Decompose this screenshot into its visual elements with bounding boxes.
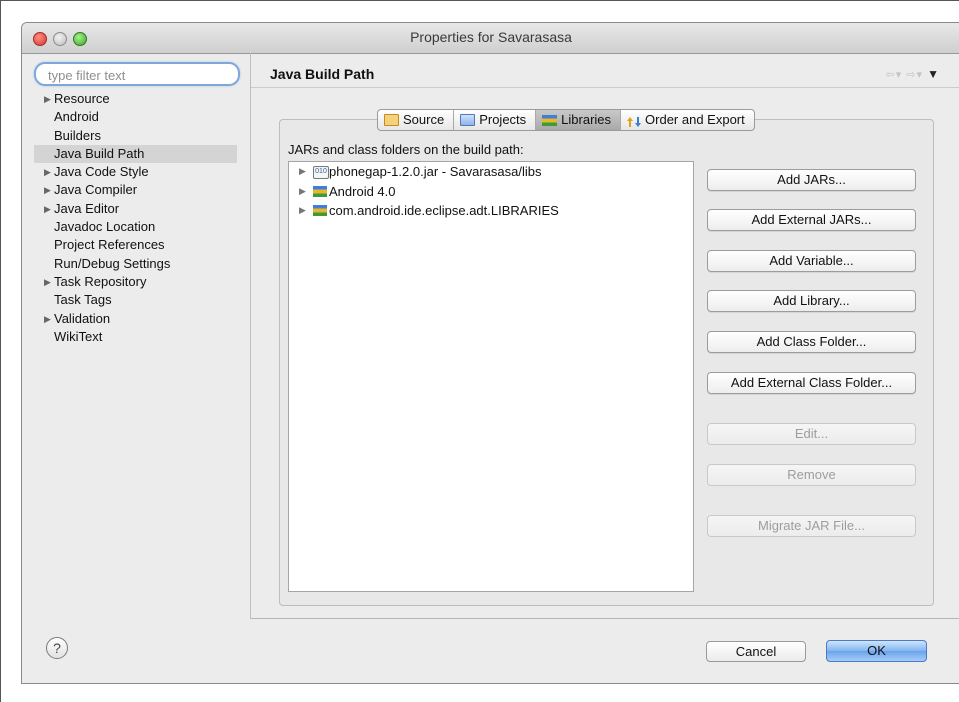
footer-divider — [251, 618, 959, 619]
filter-field[interactable] — [34, 62, 240, 86]
tree-item-label: Java Compiler — [54, 182, 138, 198]
tree-item-label: Builders — [54, 127, 101, 143]
tree-item-label: Java Code Style — [54, 164, 149, 180]
tree-item-label: Android — [54, 109, 99, 125]
tree-item-validation[interactable]: ▶ Validation — [34, 310, 237, 328]
view-menu-icon[interactable]: ▼ — [927, 67, 940, 81]
add-library-button[interactable]: Add Library... — [707, 290, 916, 312]
list-item[interactable]: ▶ com.android.ide.eclipse.adt.LIBRARIES — [289, 201, 693, 221]
tab-projects[interactable]: Projects — [454, 110, 537, 130]
expand-arrow-icon[interactable]: ▶ — [299, 162, 306, 181]
migrate-jar-button[interactable]: Migrate JAR File... — [707, 515, 916, 537]
library-icon — [313, 185, 327, 197]
tab-label: Libraries — [561, 112, 612, 127]
list-item-label: com.android.ide.eclipse.adt.LIBRARIES — [329, 203, 559, 218]
tree-item-task-repository[interactable]: ▶ Task Repository — [34, 273, 237, 291]
expand-arrow-icon[interactable]: ▶ — [44, 273, 51, 291]
tab-label: Projects — [479, 112, 527, 127]
tree-item-task-tags[interactable]: Task Tags — [34, 291, 237, 309]
list-item[interactable]: ▶ 010 phonegap-1.2.0.jar - Savarasasa/li… — [289, 162, 693, 182]
library-icon — [313, 205, 327, 216]
tree-item-builders[interactable]: Builders — [34, 127, 237, 145]
tab-bar: Source Projects Libraries Order and Expo… — [377, 109, 755, 131]
edit-button[interactable]: Edit... — [707, 423, 916, 445]
properties-dialog: Properties for Savarasasa ▶ Resource And… — [21, 22, 959, 684]
tree-item-java-build-path[interactable]: Java Build Path — [34, 144, 237, 164]
tree-item-label: Resource — [54, 91, 110, 106]
add-class-folder-button[interactable]: Add Class Folder... — [707, 331, 916, 353]
tree-item-label: Project References — [54, 237, 165, 253]
help-icon: ? — [53, 640, 61, 656]
tree-item-label: Run/Debug Settings — [54, 255, 171, 271]
expand-arrow-icon[interactable]: ▶ — [44, 200, 51, 218]
help-button[interactable]: ? — [46, 637, 68, 659]
list-item-label: phonegap-1.2.0.jar - Savarasasa/libs — [329, 164, 542, 179]
header-divider — [251, 87, 959, 88]
projects-folder-icon — [460, 114, 476, 126]
page-title: Java Build Path — [270, 66, 375, 82]
tree-item-label: WikiText — [54, 328, 103, 344]
tree-item-java-code-style[interactable]: ▶ Java Code Style — [34, 163, 237, 181]
expand-arrow-icon[interactable]: ▶ — [44, 90, 51, 108]
chevron-down-icon[interactable]: ▾ — [896, 69, 903, 81]
history-nav: ⇦▾ ⇨▾ ▼ — [885, 67, 940, 81]
properties-tree: ▶ Resource Android Builders Java Build P… — [34, 90, 237, 346]
jar-icon: 010 — [313, 166, 329, 179]
tree-item-javadoc-location[interactable]: Javadoc Location — [34, 218, 237, 236]
expand-arrow-icon[interactable]: ▶ — [299, 182, 306, 201]
ok-button[interactable]: OK — [826, 640, 927, 662]
back-arrow-icon[interactable]: ⇦ — [885, 69, 895, 81]
tree-item-label: Java Build Path — [54, 145, 145, 161]
remove-button[interactable]: Remove — [707, 464, 916, 486]
expand-arrow-icon[interactable]: ▶ — [44, 310, 51, 328]
add-external-jars-button[interactable]: Add External JARs... — [707, 209, 916, 231]
tree-item-label: Task Repository — [54, 273, 147, 289]
pane-divider[interactable] — [250, 53, 251, 619]
tab-libraries[interactable]: Libraries — [536, 110, 622, 130]
tree-item-label: Javadoc Location — [54, 219, 156, 235]
chevron-down-icon[interactable]: ▾ — [917, 69, 924, 81]
build-path-list[interactable]: ▶ 010 phonegap-1.2.0.jar - Savarasasa/li… — [288, 161, 694, 592]
libraries-icon — [542, 114, 558, 126]
expand-arrow-icon[interactable]: ▶ — [44, 181, 51, 199]
tab-source[interactable]: Source — [378, 110, 455, 130]
tree-item-java-editor[interactable]: ▶ Java Editor — [34, 200, 237, 218]
window-title: Properties for Savarasasa — [410, 29, 572, 45]
tab-label: Source — [403, 112, 445, 127]
tree-item-label: Java Editor — [54, 200, 120, 216]
add-external-class-folder-button[interactable]: Add External Class Folder... — [707, 372, 916, 394]
tree-item-resource[interactable]: ▶ Resource — [34, 90, 237, 108]
expand-arrow-icon[interactable]: ▶ — [299, 201, 306, 220]
page-frame-top — [0, 0, 959, 1]
page-frame-left — [0, 0, 1, 702]
build-path-label: JARs and class folders on the build path… — [288, 142, 524, 157]
filter-input[interactable] — [46, 66, 230, 84]
expand-arrow-icon[interactable]: ▶ — [44, 163, 51, 181]
title-bar: Properties for Savarasasa — [22, 23, 959, 54]
tree-item-run-debug-settings[interactable]: Run/Debug Settings — [34, 255, 237, 273]
forward-arrow-icon[interactable]: ⇨ — [906, 69, 916, 81]
tree-item-project-references[interactable]: Project References — [34, 236, 237, 254]
tab-order-and-export[interactable]: Order and Export — [621, 110, 754, 130]
tree-item-java-compiler[interactable]: ▶ Java Compiler — [34, 181, 237, 199]
source-folder-icon — [384, 114, 399, 126]
add-jars-button[interactable]: Add JARs... — [707, 169, 916, 191]
tree-item-wikitext[interactable]: WikiText — [34, 328, 237, 346]
tree-item-label: Validation — [54, 310, 111, 326]
tree-item-label: Task Tags — [54, 292, 112, 308]
tab-label: Order and Export — [645, 112, 745, 127]
add-variable-button[interactable]: Add Variable... — [707, 250, 916, 272]
order-export-icon — [627, 114, 642, 127]
tree-item-android[interactable]: Android — [34, 108, 237, 126]
list-item-label: Android 4.0 — [329, 183, 396, 199]
list-item[interactable]: ▶ Android 4.0 — [289, 182, 693, 202]
cancel-button[interactable]: Cancel — [706, 641, 806, 662]
